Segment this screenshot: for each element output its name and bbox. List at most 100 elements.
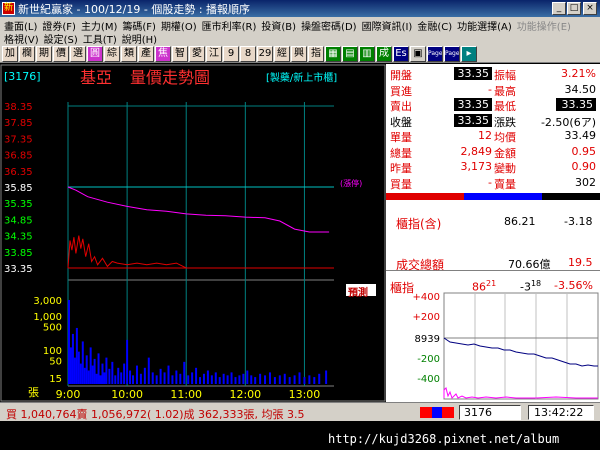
quote-value-1: 33.35 bbox=[454, 113, 492, 127]
quote-label-1: 昨量 bbox=[390, 162, 412, 175]
volume-tick-label: 3,000 bbox=[33, 296, 62, 307]
toolbar-button-26[interactable]: Page bbox=[444, 46, 460, 62]
toolbar-button-7[interactable]: 類 bbox=[121, 46, 137, 62]
toolbar-button-20[interactable]: ▤ bbox=[342, 46, 358, 62]
price-tick-label: 36.85 bbox=[4, 151, 33, 162]
menu-row1-item-6[interactable]: 投資(B) bbox=[261, 22, 296, 33]
price-tick-label: 34.35 bbox=[4, 232, 33, 243]
mini-tick-label: +400 bbox=[413, 292, 440, 303]
toolbar-button-15[interactable]: 29 bbox=[257, 46, 273, 62]
menu-row1-item-5[interactable]: 匯市利率(R) bbox=[202, 22, 257, 33]
quote-value-1: - bbox=[488, 82, 492, 96]
quote-value-2: 33.35 bbox=[556, 98, 596, 111]
quote-value-2: -2.50(6ア) bbox=[540, 115, 596, 129]
menu-bar: 畫面(L) 證券(F) 主力(M) 籌碼(F) 期權(O) 匯市利率(R) 投資(B) 操盤密… bbox=[0, 17, 600, 46]
toolbar-button-12[interactable]: 江 bbox=[206, 46, 222, 62]
mini-index-line bbox=[443, 337, 598, 367]
quote-value-2: 302 bbox=[575, 175, 596, 189]
toolbar-button-4[interactable]: 選 bbox=[70, 46, 86, 62]
stock-code-input[interactable]: 3176 bbox=[459, 405, 521, 420]
limit-up-tag: (漲停) bbox=[340, 178, 362, 188]
volume-unit-label: 張 bbox=[28, 386, 39, 399]
toolbar-button-23[interactable]: Es bbox=[393, 46, 409, 62]
trade-summary: 買 1,040,764賣 1,056,972( 1.02)成 362,333張,… bbox=[6, 408, 305, 421]
menu-row1-item-8[interactable]: 國際資訊(I) bbox=[362, 22, 413, 33]
quote-value-2: 0.95 bbox=[571, 144, 597, 158]
menu-row1-item-10[interactable]: 功能選擇(A) bbox=[457, 22, 512, 33]
menu-row1-item-11[interactable]: 功能操作(E) bbox=[517, 22, 571, 33]
quote-value-2: 3.21% bbox=[561, 67, 596, 80]
quote-label-1: 收盤 bbox=[390, 115, 412, 129]
quote-label-2: 金額 bbox=[494, 146, 516, 160]
quote-row: 總量 2,849 金額 0.95 bbox=[386, 144, 600, 160]
price-tick-label: 35.85 bbox=[4, 183, 33, 194]
quote-label-1: 總量 bbox=[390, 146, 412, 160]
quote-label-2: 最低 bbox=[494, 100, 516, 113]
toolbar-button-13[interactable]: 9 bbox=[223, 46, 239, 62]
forecast-button[interactable]: 預測 bbox=[345, 283, 377, 299]
toolbar-button-17[interactable]: 興 bbox=[291, 46, 307, 62]
index-summary: 櫃指(含) 86.21 -3.18 成交總額 70.66億 19.5 bbox=[386, 201, 600, 272]
quote-label-2: 漲跌 bbox=[494, 115, 516, 129]
market-category: [製藥/新上市櫃] bbox=[266, 71, 337, 84]
toolbar-button-10[interactable]: 智 bbox=[172, 46, 188, 62]
close-button[interactable]: × bbox=[583, 2, 597, 15]
menu-row1-item-4[interactable]: 期權(O) bbox=[161, 22, 197, 33]
mini-tick-label: -200 bbox=[417, 354, 440, 365]
menu-row1-item-7[interactable]: 操盤密碼(D) bbox=[301, 22, 357, 33]
app-icon[interactable]: 新 bbox=[2, 2, 15, 15]
toolbar-button-11[interactable]: 愛 bbox=[189, 46, 205, 62]
price-tick-label: 37.35 bbox=[4, 134, 33, 145]
window-title: 新世紀贏家 - 100/12/19 - 個股走勢 : 播報順序 bbox=[18, 3, 251, 16]
time-tick-label: 11:00 bbox=[170, 388, 202, 401]
quote-row: 單量 12 均價 33.49 bbox=[386, 129, 600, 144]
toolbar-button-5[interactable]: 圓 bbox=[87, 46, 103, 62]
price-volume-chart[interactable]: [3176] 基亞 量價走勢圖 [製藥/新上市櫃] (漲停) 38.35 37.8… bbox=[0, 64, 386, 402]
price-tick-label: 35.35 bbox=[4, 199, 33, 210]
time-tick-label: 10:00 bbox=[111, 388, 143, 401]
toolbar-button-19[interactable]: ▦ bbox=[325, 46, 341, 62]
price-tick-label: 38.35 bbox=[4, 102, 33, 113]
toolbar-button-8[interactable]: 產 bbox=[138, 46, 154, 62]
turnover-change: 19.5 bbox=[568, 256, 593, 269]
quote-value-1: 33.35 bbox=[454, 67, 492, 80]
toolbar-button-27[interactable]: ▸ bbox=[461, 46, 477, 62]
toolbar-button-9[interactable]: 焦 bbox=[155, 46, 171, 62]
quote-value-2: 33.49 bbox=[564, 129, 597, 142]
turnover-value: 70.66億 bbox=[508, 258, 551, 271]
turnover-label: 成交總額 bbox=[396, 258, 445, 272]
time-tick-label: 13:00 bbox=[289, 388, 321, 401]
otc-index-mini[interactable]: 櫃指 8621 -318 -3.56% +400 +200 8939 -200 -400 bbox=[386, 273, 600, 402]
price-tick-label: 34.85 bbox=[4, 215, 33, 226]
volume-tick-label: 500 bbox=[43, 322, 62, 333]
time-tick-label: 9:00 bbox=[56, 388, 81, 401]
stock-code: [3176] bbox=[4, 70, 41, 83]
toolbar-button-16[interactable]: 經 bbox=[274, 46, 290, 62]
maximize-button[interactable]: □ bbox=[567, 2, 581, 15]
toolbar-button-6[interactable]: 綜 bbox=[104, 46, 120, 62]
toolbar-button-1[interactable]: 欄 bbox=[19, 46, 35, 62]
toolbar-button-25[interactable]: Page bbox=[427, 46, 443, 62]
minimize-button[interactable]: _ bbox=[552, 2, 566, 15]
toolbar-button-2[interactable]: 期 bbox=[36, 46, 52, 62]
toolbar-button-22[interactable]: 成 bbox=[376, 46, 392, 62]
quote-value-2: 34.50 bbox=[564, 82, 597, 96]
index-change: -3.18 bbox=[564, 215, 593, 228]
toolbar-button-0[interactable]: 加 bbox=[2, 46, 18, 62]
mini-chart-svg: +400 +200 8939 -200 -400 bbox=[413, 292, 599, 400]
price-axis: 38.35 37.85 37.35 36.85 36.35 35.85 35.35 34.85… bbox=[4, 102, 33, 275]
menu-row1-item-9[interactable]: 金融(C) bbox=[417, 22, 452, 33]
footer: http://kujd3268.pixnet.net/album bbox=[0, 421, 600, 450]
quote-row: 收盤 33.35 漲跌 -2.50(6ア) bbox=[386, 113, 600, 129]
toolbar-button-21[interactable]: ▥ bbox=[359, 46, 375, 62]
quote-row: 昨量 3,173 變動 0.90 bbox=[386, 160, 600, 175]
toolbar-button-14[interactable]: 8 bbox=[240, 46, 256, 62]
stock-name: 基亞 bbox=[80, 68, 112, 87]
menu-row-1: 畫面(L) 證券(F) 主力(M) 籌碼(F) 期權(O) 匯市利率(R) 投資(B) 操盤密… bbox=[4, 18, 576, 33]
time-tick-label: 12:00 bbox=[229, 388, 261, 401]
toolbar-button-18[interactable]: 指 bbox=[308, 46, 324, 62]
forecast-label: 預測 bbox=[348, 288, 368, 299]
toolbar-button-3[interactable]: 價 bbox=[53, 46, 69, 62]
chart-svg: [3176] 基亞 量價走勢圖 [製藥/新上市櫃] (漲停) 38.35 37.8… bbox=[0, 64, 386, 402]
toolbar-button-24[interactable]: ▣ bbox=[410, 46, 426, 62]
